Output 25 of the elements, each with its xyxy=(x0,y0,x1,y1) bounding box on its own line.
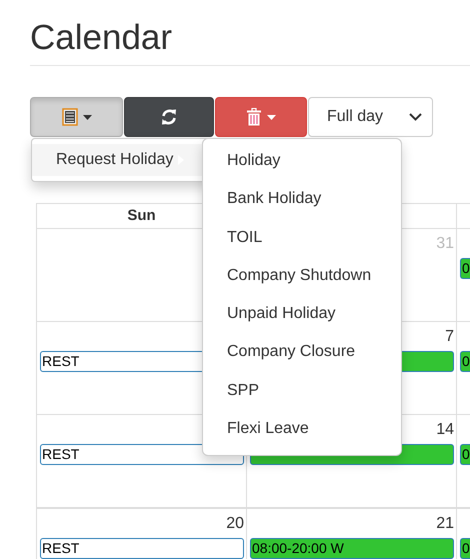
caret-icon xyxy=(82,114,92,120)
page-title: Calendar xyxy=(29,17,174,57)
caret-icon xyxy=(267,114,276,120)
day-number: 7 xyxy=(445,328,454,345)
delete-button[interactable] xyxy=(215,97,307,137)
list-icon xyxy=(62,108,78,126)
day-number: 20 xyxy=(226,515,244,532)
rest-event[interactable]: REST xyxy=(40,538,244,559)
shift-event[interactable]: 0 xyxy=(460,538,470,559)
day-number: 31 xyxy=(436,235,454,252)
shift-event[interactable]: 0 xyxy=(460,258,470,279)
refresh-icon xyxy=(160,108,178,126)
submenu-item[interactable]: Unpaid Holiday xyxy=(203,295,401,334)
shift-event[interactable]: 08:00-20:00 W xyxy=(250,538,454,559)
day-number: 14 xyxy=(436,421,454,438)
submenu-item[interactable]: SPP xyxy=(203,372,401,410)
menu-button[interactable] xyxy=(30,97,123,137)
submenu-item[interactable]: Company Shutdown xyxy=(203,256,401,296)
shift-event[interactable]: 0 xyxy=(460,351,470,372)
trash-icon xyxy=(246,108,262,126)
duration-select[interactable]: Full day xyxy=(308,97,433,137)
chevron-icon xyxy=(409,113,422,121)
day-number: 21 xyxy=(436,515,454,532)
shift-event[interactable]: 0 xyxy=(460,444,470,465)
refresh-button[interactable] xyxy=(124,97,214,137)
